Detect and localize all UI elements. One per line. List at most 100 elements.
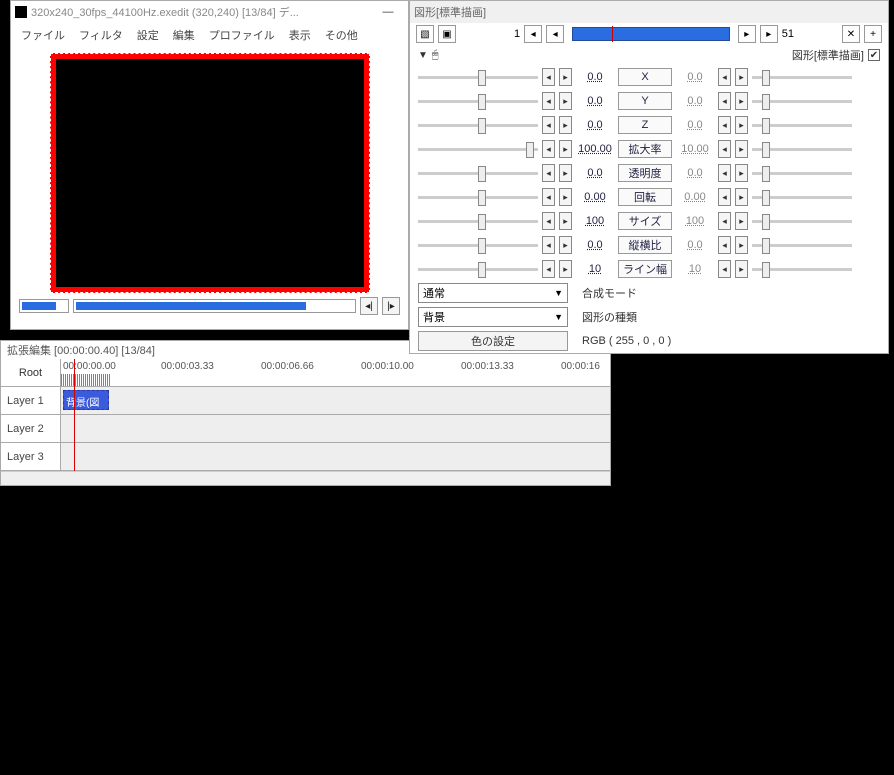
dec-button[interactable]: ◂ (542, 188, 555, 206)
timeline-ruler[interactable]: 00:00:00.00 00:00:03.33 00:00:06.66 00:0… (61, 359, 610, 387)
param-name[interactable]: サイズ (618, 212, 672, 230)
dec2-button[interactable]: ◂ (718, 188, 731, 206)
param-value-right[interactable]: 100 (676, 215, 714, 227)
dec2-button[interactable]: ◂ (718, 212, 731, 230)
param-slider-left[interactable] (418, 92, 538, 110)
param-slider-right[interactable] (752, 212, 852, 230)
playhead[interactable] (74, 359, 75, 471)
param-value-right[interactable]: 10.00 (676, 143, 714, 155)
scrub-first-button[interactable]: ◂ (524, 25, 542, 43)
param-slider-left[interactable] (418, 212, 538, 230)
color-button[interactable]: 色の設定 (418, 331, 568, 351)
param-value-left[interactable]: 0.0 (576, 119, 614, 131)
param-name[interactable]: Y (618, 92, 672, 110)
add-filter-button[interactable]: + (864, 25, 882, 43)
seek-slider[interactable] (73, 299, 356, 313)
inc2-button[interactable]: ▸ (735, 236, 748, 254)
minimize-button[interactable]: — (372, 6, 404, 18)
close-button[interactable]: ✕ (842, 25, 860, 43)
param-slider-right[interactable] (752, 188, 852, 206)
param-value-left[interactable]: 0.0 (576, 95, 614, 107)
layer-2-track[interactable] (61, 415, 610, 443)
frame-scrub[interactable] (572, 27, 730, 41)
timeline-tracks[interactable]: 00:00:00.00 00:00:03.33 00:00:06.66 00:0… (61, 359, 610, 471)
menu-view[interactable]: 表示 (289, 27, 311, 43)
layer-1-track[interactable]: 背景(図形 (61, 387, 610, 415)
param-value-left[interactable]: 100 (576, 215, 614, 227)
menu-filter[interactable]: フィルタ (79, 27, 123, 43)
menu-file[interactable]: ファイル (21, 27, 65, 43)
scrub-next-button[interactable]: ▸ (738, 25, 756, 43)
inc-button[interactable]: ▸ (559, 140, 572, 158)
section-enable-checkbox[interactable]: ✔ (868, 49, 880, 61)
scrub-prev-button[interactable]: ◂ (546, 25, 564, 43)
timeline-hscroll[interactable] (1, 471, 610, 485)
param-value-right[interactable]: 0.0 (676, 167, 714, 179)
tool-btn-1[interactable]: ▧ (416, 25, 434, 43)
tool-btn-2[interactable]: ▣ (438, 25, 456, 43)
dec2-button[interactable]: ◂ (718, 68, 731, 86)
inc-button[interactable]: ▸ (559, 92, 572, 110)
param-value-left[interactable]: 0.00 (576, 191, 614, 203)
inc-button[interactable]: ▸ (559, 212, 572, 230)
layer-3-label[interactable]: Layer 3 (1, 443, 60, 471)
dec-button[interactable]: ◂ (542, 164, 555, 182)
param-name[interactable]: ライン幅 (618, 260, 672, 278)
scrub-last-button[interactable]: ▸ (760, 25, 778, 43)
param-name[interactable]: 拡大率 (618, 140, 672, 158)
param-value-left[interactable]: 100.00 (576, 143, 614, 155)
prop-titlebar[interactable]: 図形[標準描画] (410, 1, 888, 23)
inc2-button[interactable]: ▸ (735, 260, 748, 278)
param-slider-left[interactable] (418, 68, 538, 86)
inc2-button[interactable]: ▸ (735, 116, 748, 134)
prev-frame-button[interactable]: ◂| (360, 297, 378, 315)
blend-select[interactable]: 通常▼ (418, 283, 568, 303)
param-slider-right[interactable] (752, 116, 852, 134)
param-value-right[interactable]: 0.0 (676, 95, 714, 107)
param-slider-right[interactable] (752, 68, 852, 86)
dec-button[interactable]: ◂ (542, 260, 555, 278)
param-slider-left[interactable] (418, 116, 538, 134)
param-name[interactable]: 透明度 (618, 164, 672, 182)
inc-button[interactable]: ▸ (559, 188, 572, 206)
param-name[interactable]: X (618, 68, 672, 86)
dec-button[interactable]: ◂ (542, 236, 555, 254)
dec2-button[interactable]: ◂ (718, 116, 731, 134)
param-slider-right[interactable] (752, 236, 852, 254)
dec2-button[interactable]: ◂ (718, 140, 731, 158)
param-name[interactable]: 回転 (618, 188, 672, 206)
param-slider-left[interactable] (418, 188, 538, 206)
dec2-button[interactable]: ◂ (718, 260, 731, 278)
inc-button[interactable]: ▸ (559, 68, 572, 86)
param-value-right[interactable]: 0.00 (676, 191, 714, 203)
dec2-button[interactable]: ◂ (718, 92, 731, 110)
param-value-right[interactable]: 0.0 (676, 239, 714, 251)
param-value-right[interactable]: 0.0 (676, 71, 714, 83)
layer-3-track[interactable] (61, 443, 610, 471)
layer-1-label[interactable]: Layer 1 (1, 387, 60, 415)
dec-button[interactable]: ◂ (542, 68, 555, 86)
menu-profile[interactable]: プロファイル (209, 27, 275, 43)
menu-other[interactable]: その他 (325, 27, 358, 43)
inc2-button[interactable]: ▸ (735, 164, 748, 182)
param-value-left[interactable]: 0.0 (576, 71, 614, 83)
main-titlebar[interactable]: 320x240_30fps_44100Hz.exedit (320,240) [… (11, 1, 408, 23)
param-slider-left[interactable] (418, 164, 538, 182)
dec-button[interactable]: ◂ (542, 212, 555, 230)
param-value-right[interactable]: 10 (676, 263, 714, 275)
expand-icon[interactable]: ▼ (418, 50, 428, 61)
inc2-button[interactable]: ▸ (735, 92, 748, 110)
param-slider-right[interactable] (752, 140, 852, 158)
inc-button[interactable]: ▸ (559, 164, 572, 182)
param-value-left[interactable]: 0.0 (576, 239, 614, 251)
layer-2-label[interactable]: Layer 2 (1, 415, 60, 443)
param-slider-left[interactable] (418, 260, 538, 278)
inc-button[interactable]: ▸ (559, 116, 572, 134)
param-slider-right[interactable] (752, 260, 852, 278)
inc2-button[interactable]: ▸ (735, 188, 748, 206)
inc2-button[interactable]: ▸ (735, 140, 748, 158)
clip-background[interactable]: 背景(図形 (63, 390, 109, 410)
param-name[interactable]: Z (618, 116, 672, 134)
dec2-button[interactable]: ◂ (718, 164, 731, 182)
param-slider-right[interactable] (752, 92, 852, 110)
